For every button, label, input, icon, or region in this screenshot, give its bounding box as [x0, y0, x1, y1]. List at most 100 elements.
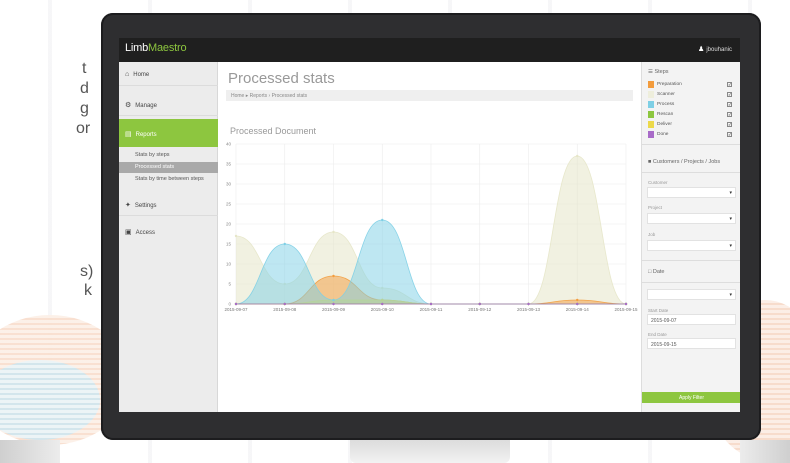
end-date-label: End Date: [648, 332, 667, 337]
data-point: [576, 298, 579, 302]
data-point: [576, 302, 579, 306]
breadcrumb[interactable]: Home ▸ Reports › Processed stats: [226, 90, 633, 101]
sidebar-subitem-stats-by-steps[interactable]: Stats by steps: [119, 150, 218, 161]
text-fragment: t: [82, 60, 87, 77]
breadcrumb-text: Home ▸ Reports › Processed stats: [231, 93, 308, 99]
sidebar-item-access[interactable]: ▣ Access: [119, 219, 218, 243]
step-row[interactable]: Deliver ✓: [648, 120, 736, 129]
sidebar-item-manage[interactable]: ⚙ Manage: [119, 92, 218, 116]
sidebar-item-label: Settings: [134, 203, 157, 209]
data-point: [283, 242, 286, 246]
step-checkbox[interactable]: ✓: [727, 112, 732, 117]
x-tick-label: 2015-09-15: [614, 307, 638, 312]
job-select[interactable]: ▾: [647, 240, 736, 251]
step-checkbox[interactable]: ✓: [727, 102, 732, 107]
divider: [642, 144, 740, 145]
sidebar-item-label: Manage: [135, 103, 157, 109]
sidebar-subitem-stats-by-time[interactable]: Stats by time between steps: [119, 174, 218, 185]
y-tick-label: 15: [226, 242, 232, 247]
y-tick-label: 25: [226, 202, 232, 207]
x-tick-label: 2015-09-07: [224, 307, 248, 312]
step-checkbox[interactable]: ✓: [727, 82, 732, 87]
step-label: Rescan: [657, 112, 674, 117]
text-fragment: or: [76, 120, 91, 137]
step-row[interactable]: Rescan ✓: [648, 110, 736, 119]
sidebar-item-reports[interactable]: ▤ Reports: [119, 119, 218, 147]
app-screen: LimbMaestro ♟ jbouhanic ⌂ Home ⚙ Manage ▤ Re…: [119, 38, 740, 412]
step-color-swatch: [648, 131, 654, 138]
y-tick-label: 0: [228, 302, 231, 307]
sidebar-subitem-label: Processed stats: [135, 164, 175, 170]
step-label: Process: [657, 102, 675, 107]
user-icon: ♟: [698, 46, 705, 53]
step-checkbox[interactable]: ✓: [727, 132, 732, 137]
x-tick-label: 2015-09-14: [566, 307, 590, 312]
text-fragment: k: [84, 282, 92, 299]
chevron-down-icon: ▾: [729, 190, 732, 196]
chevron-down-icon: ▾: [729, 216, 732, 222]
data-point: [381, 218, 384, 222]
page-title: Processed stats: [228, 70, 335, 87]
x-tick-label: 2015-09-13: [517, 307, 541, 312]
logo-limb: Limb: [125, 42, 149, 54]
data-point: [429, 302, 433, 306]
desk-base: [740, 440, 790, 463]
end-date-value: 2015-09-15: [651, 342, 677, 348]
data-point: [527, 302, 530, 306]
x-tick-label: 2015-09-09: [322, 307, 346, 312]
end-date-input[interactable]: 2015-09-15: [647, 338, 736, 349]
date-range-select[interactable]: ▾: [647, 289, 736, 300]
step-color-swatch: [648, 121, 654, 128]
y-tick-label: 10: [226, 262, 232, 267]
sidebar-item-label: Home: [133, 72, 150, 78]
chevron-down-icon: ▾: [729, 243, 732, 249]
step-row[interactable]: Done ✓: [648, 130, 736, 139]
step-row[interactable]: Process ✓: [648, 100, 736, 109]
data-point: [234, 302, 238, 306]
data-point: [576, 154, 579, 158]
sidebar-subitem-processed-stats[interactable]: Processed stats: [119, 162, 218, 173]
step-checkbox[interactable]: ✓: [727, 122, 732, 127]
data-point: [478, 302, 481, 306]
bar-chart-icon: ▤: [125, 131, 132, 138]
x-tick-label: 2015-09-12: [468, 307, 492, 312]
project-select[interactable]: ▾: [647, 213, 736, 224]
app-logo[interactable]: LimbMaestro: [125, 42, 187, 54]
data-point: [624, 302, 628, 306]
project-label: Project: [648, 205, 663, 210]
step-row[interactable]: Preparation ✓: [648, 80, 736, 89]
y-tick-label: 35: [226, 162, 232, 167]
start-date-input[interactable]: 2015-09-07: [647, 314, 736, 325]
y-tick-label: 20: [226, 222, 232, 227]
y-tick-label: 30: [226, 182, 232, 187]
processed-document-chart: 0 5 10 15 20 25 30 35 40 2015-09-07 2015-09-08 2015…: [224, 142, 638, 313]
customer-label: Customer: [648, 180, 668, 185]
divider: [642, 172, 740, 173]
user-menu[interactable]: ♟ jbouhanic: [698, 45, 732, 53]
y-tick-label: 40: [226, 142, 232, 147]
gear-icon: ⚙: [125, 102, 132, 109]
user-name: jbouhanic: [706, 47, 732, 53]
divider: [642, 282, 740, 283]
chart-title: Processed Document: [230, 126, 317, 136]
chevron-down-icon: ▾: [729, 292, 732, 298]
customer-select[interactable]: ▾: [647, 187, 736, 198]
filter-panel: ☰ Steps Preparation ✓ Scanner ✓ Process ✓ Resc…: [641, 62, 740, 412]
step-row[interactable]: Scanner ✓: [648, 90, 736, 99]
data-point: [381, 302, 384, 306]
desk-base: [0, 440, 60, 463]
sidebar-item-home[interactable]: ⌂ Home: [119, 62, 218, 86]
top-bar: LimbMaestro ♟ jbouhanic: [119, 38, 740, 62]
main-content: Processed stats Home ▸ Reports › Process…: [218, 62, 641, 412]
sidebar: ⌂ Home ⚙ Manage ▤ Reports Stats by steps Pr…: [119, 62, 218, 412]
step-label: Deliver: [657, 122, 672, 127]
step-label: Done: [657, 132, 669, 137]
data-point: [283, 302, 286, 306]
step-color-swatch: [648, 111, 654, 118]
sidebar-item-settings[interactable]: ✦ Settings: [119, 192, 218, 216]
step-label: Scanner: [657, 92, 675, 97]
apply-filter-button[interactable]: Apply Filter: [642, 392, 740, 403]
step-color-swatch: [648, 91, 654, 98]
steps-title: ☰ Steps: [648, 69, 669, 75]
step-checkbox[interactable]: ✓: [727, 92, 732, 97]
